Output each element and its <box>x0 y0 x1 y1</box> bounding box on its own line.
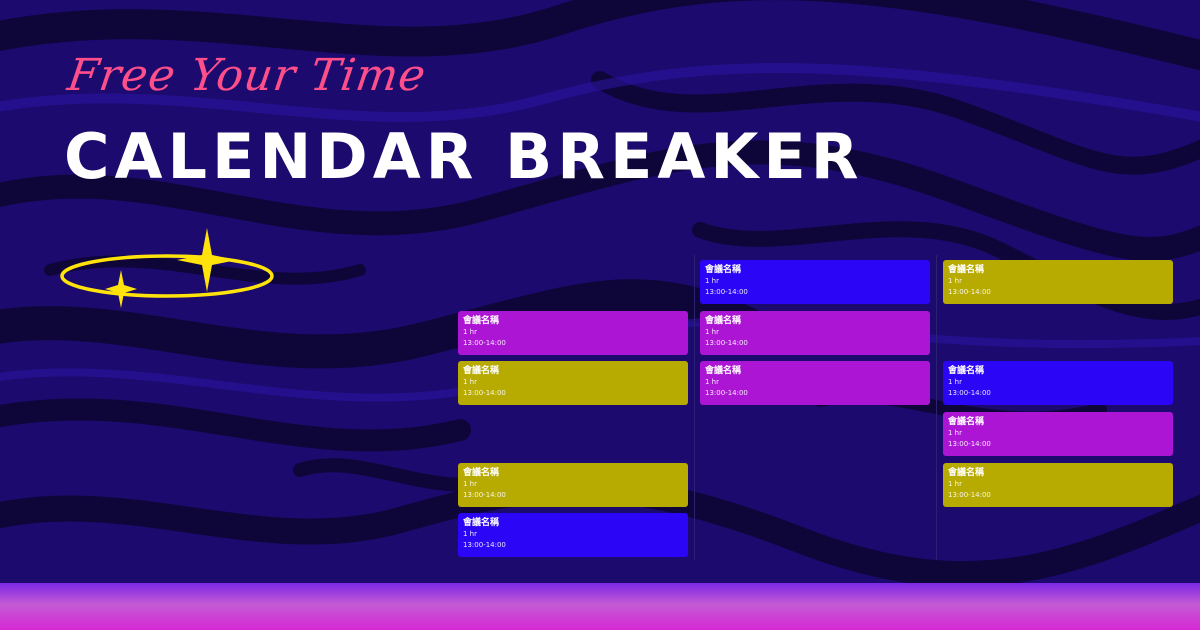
event-time: 13:00-14:00 <box>948 491 991 499</box>
event-duration: 1 hr <box>705 378 719 386</box>
sparkle-orbit-icon <box>60 228 274 308</box>
event-name: 會議名稱 <box>705 316 742 326</box>
event-time: 13:00-14:00 <box>463 339 506 347</box>
event-name: 會議名稱 <box>463 518 500 528</box>
event-duration: 1 hr <box>463 480 477 488</box>
event-duration: 1 hr <box>463 328 477 336</box>
event-name: 會議名稱 <box>705 265 742 275</box>
calendar-event[interactable]: 會議名稱 1 hr 13:00-14:00 <box>700 260 930 304</box>
event-name: 會議名稱 <box>463 366 500 376</box>
event-time: 13:00-14:00 <box>705 389 748 397</box>
event-time: 13:00-14:00 <box>948 288 991 296</box>
page-title: CALENDAR BREAKER <box>64 120 864 193</box>
event-time: 13:00-14:00 <box>705 288 748 296</box>
event-duration: 1 hr <box>948 378 962 386</box>
calendar-event[interactable]: 會議名稱 1 hr 13:00-14:00 <box>458 311 688 355</box>
event-duration: 1 hr <box>705 277 719 285</box>
calendar-event[interactable]: 會議名稱 1 hr 13:00-14:00 <box>943 412 1173 456</box>
event-name: 會議名稱 <box>463 316 500 326</box>
event-name: 會議名稱 <box>948 468 985 478</box>
calendar-column-divider <box>936 255 937 560</box>
event-time: 13:00-14:00 <box>705 339 748 347</box>
event-time: 13:00-14:00 <box>948 389 991 397</box>
event-name: 會議名稱 <box>705 366 742 376</box>
event-name: 會議名稱 <box>948 417 985 427</box>
event-duration: 1 hr <box>948 480 962 488</box>
calendar-event[interactable]: 會議名稱 1 hr 13:00-14:00 <box>943 361 1173 405</box>
event-time: 13:00-14:00 <box>463 389 506 397</box>
calendar-event[interactable]: 會議名稱 1 hr 13:00-14:00 <box>700 311 930 355</box>
calendar-event[interactable]: 會議名稱 1 hr 13:00-14:00 <box>458 513 688 557</box>
event-name: 會議名稱 <box>463 468 500 478</box>
event-time: 13:00-14:00 <box>948 440 991 448</box>
gradient-footer-bar <box>0 583 1200 630</box>
calendar-column-divider <box>694 255 695 560</box>
event-duration: 1 hr <box>463 530 477 538</box>
event-duration: 1 hr <box>463 378 477 386</box>
event-duration: 1 hr <box>948 429 962 437</box>
event-time: 13:00-14:00 <box>463 541 506 549</box>
calendar-event[interactable]: 會議名稱 1 hr 13:00-14:00 <box>458 463 688 507</box>
calendar-event[interactable]: 會議名稱 1 hr 13:00-14:00 <box>458 361 688 405</box>
calendar-event[interactable]: 會議名稱 1 hr 13:00-14:00 <box>700 361 930 405</box>
event-time: 13:00-14:00 <box>463 491 506 499</box>
calendar-event[interactable]: 會議名稱 1 hr 13:00-14:00 <box>943 463 1173 507</box>
event-duration: 1 hr <box>705 328 719 336</box>
tagline: Free Your Time <box>64 50 430 101</box>
event-duration: 1 hr <box>948 277 962 285</box>
event-name: 會議名稱 <box>948 366 985 376</box>
event-name: 會議名稱 <box>948 265 985 275</box>
calendar-event[interactable]: 會議名稱 1 hr 13:00-14:00 <box>943 260 1173 304</box>
